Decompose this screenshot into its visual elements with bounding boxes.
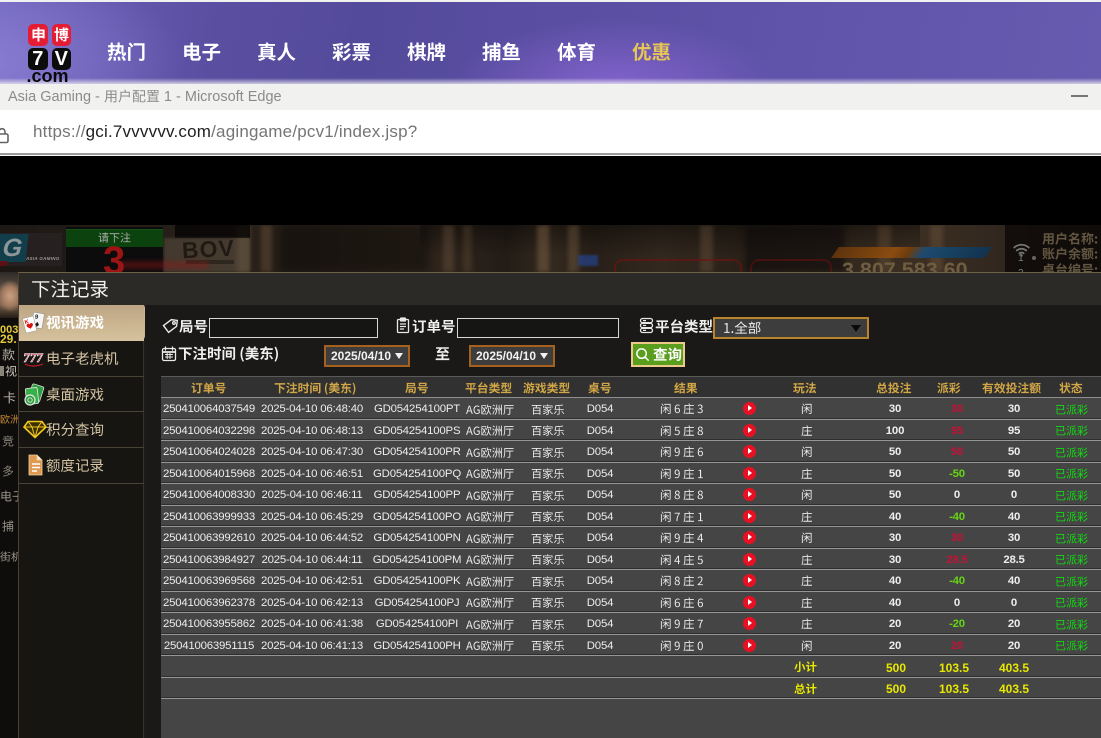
svg-text:777: 777 — [22, 350, 44, 365]
